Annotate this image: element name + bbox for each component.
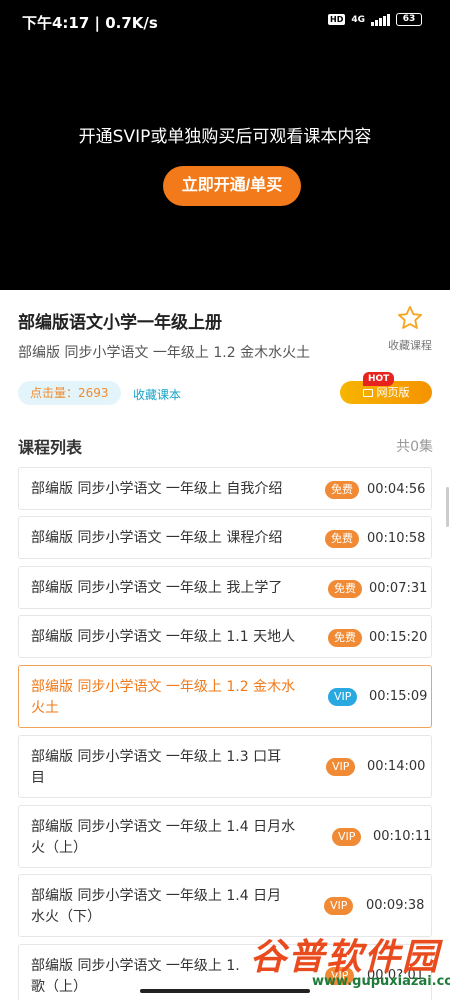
lesson-count: 共0集 [396,439,433,455]
web-version-label: 网页版 [376,386,410,399]
lesson-title-line1: 部编版 同步小学语文 一年级上 1.4 日月 [31,888,282,904]
signal-icon [371,13,390,26]
lesson-duration: 00:15:09 [369,689,428,704]
hot-badge: HOT [363,372,395,386]
lesson-title: 部编版 同步小学语文 一年级上 1.1 天地人 [31,629,296,645]
free-badge: 免费 [325,530,359,548]
home-indicator[interactable] [140,989,310,993]
lesson-duration: 00:10:58 [367,531,426,546]
lesson-duration: 00:09:38 [366,898,425,913]
network-label: 4G [351,14,365,25]
lesson-item[interactable]: 部编版 同步小学语文 一年级上 1.1 天地人 免费 00:15:20 [18,615,432,658]
lesson-item[interactable]: 部编版 同步小学语文 一年级上 自我介绍 免费 00:04:56 [18,467,432,510]
vip-badge: VIP [324,897,354,915]
lesson-duration: 00:04:56 [367,482,426,497]
free-badge: 免费 [328,629,362,647]
lesson-duration: 00:15:20 [369,630,428,645]
status-time: 下午4:17 | 0.7K/s [22,14,158,32]
watermark-url: www.gupuxiazai.com [312,974,450,989]
lesson-item[interactable]: 部编版 同步小学语文 一年级上 1.4 日月水 火（上） VIP 00:10:1… [18,805,432,868]
lesson-title-line2: 火（上） [31,840,87,856]
click-count-badge: 点击量：2693 [18,381,121,405]
favorite-course-label: 收藏课程 [388,339,432,352]
current-lesson-title: 部编版 同步小学语文 一年级上 1.2 金木水火土 [18,345,311,361]
lesson-title: 部编版 同步小学语文 一年级上 课程介绍 [31,530,283,546]
lesson-title-line1: 部编版 同步小学语文 一年级上 1.2 金木水 [31,679,296,695]
scroll-indicator[interactable] [446,487,449,527]
lesson-title-line2: 火土 [31,700,59,716]
lesson-item[interactable]: 部编版 同步小学语文 一年级上 课程介绍 免费 00:10:58 [18,516,432,559]
favorite-course-button[interactable]: 收藏课程 [382,304,438,353]
lesson-duration: 00:14:00 [367,759,426,774]
watermark-logo: 谷普软件园 [250,937,441,978]
hd-icon: HD [328,14,346,25]
lesson-title-line1: 部编版 同步小学语文 一年级上 1.4 日月水 [31,819,296,835]
lesson-list-title: 课程列表 [18,438,83,457]
lesson-title-line2: 水火（下） [31,909,101,925]
vip-badge: VIP [332,828,362,846]
subscribe-button[interactable]: 立即开通/单买 [163,166,301,206]
lesson-title-line1: 部编版 同步小学语文 一年级上 1. [31,958,240,974]
lesson-title-line2: 目 [31,770,45,786]
vip-badge: VIP [328,688,358,706]
vip-badge: VIP [326,758,356,776]
monitor-icon [362,389,373,397]
lesson-item-active[interactable]: 部编版 同步小学语文 一年级上 1.2 金木水 火土 VIP 00:15:09 [18,665,432,728]
free-badge: 免费 [325,481,359,499]
free-badge: 免费 [328,580,362,598]
favorite-book-link[interactable]: 收藏课本 [133,386,181,403]
lesson-title: 部编版 同步小学语文 一年级上 我上学了 [31,580,283,596]
status-bar: 下午4:17 | 0.7K/s HD 4G 63 [0,0,450,40]
lesson-item[interactable]: 部编版 同步小学语文 一年级上 1.3 口耳 目 VIP 00:14:00 [18,735,432,798]
course-title: 部编版语文小学一年级上册 [18,313,222,333]
lesson-duration: 00:10:11 [373,829,432,844]
lesson-title-line1: 部编版 同步小学语文 一年级上 1.3 口耳 [31,749,282,765]
star-icon [397,305,423,329]
lesson-item[interactable]: 部编版 同步小学语文 一年级上 我上学了 免费 00:07:31 [18,566,432,609]
paywall-message: 开通SVIP或单独购买后可观看课本内容 [78,127,372,147]
battery-icon: 63 [396,13,422,26]
status-icons: HD 4G 63 [328,13,422,26]
lesson-title-line2: 歌（上） [31,979,87,995]
lesson-title: 部编版 同步小学语文 一年级上 自我介绍 [31,481,283,497]
lesson-duration: 00:07:31 [369,581,428,596]
watermark: 谷普软件园 www.gupuxiazai.com [250,928,450,998]
